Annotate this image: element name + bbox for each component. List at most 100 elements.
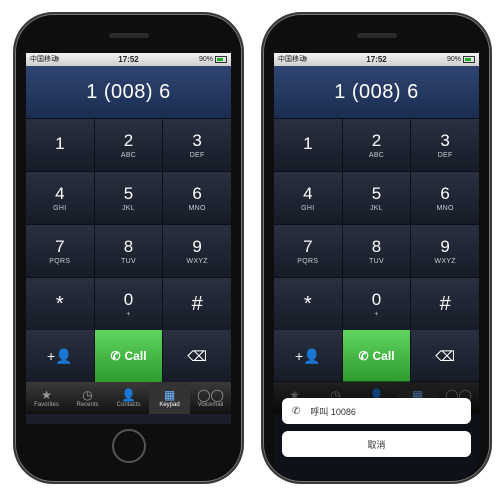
tab-bar: ★Favorites ◷Recents 👤Contacts ▦Keypad ◯◯… [26,382,231,414]
key-6[interactable]: 6 MNO [411,172,479,224]
key-7[interactable]: 7 PQRS [274,225,342,277]
key-1[interactable]: 1 [26,119,94,171]
key-letters: MNO [188,204,206,212]
call-button[interactable]: ✆ Call [94,330,163,382]
battery-percent: 90% [446,56,461,63]
key-letters: ABC [368,151,385,159]
key-letters: + [374,310,379,318]
call-10086-option[interactable]: ✆ 呼叫 10086 [282,398,471,424]
key-1[interactable]: 1 [274,119,342,171]
action-row: +👤 ✆ Call ⌫ [274,330,479,382]
key-hash[interactable]: # [163,278,231,330]
key-digit: * [303,293,312,315]
delete-button[interactable]: ⌫ [163,330,231,382]
key-star[interactable]: * [26,278,94,330]
key-digit: 0 [371,289,382,309]
key-digit: 5 [371,183,382,203]
key-digit: 7 [55,236,65,256]
dim-overlay [274,381,479,479]
tab-label: Favorites [34,401,59,408]
key-digit: 8 [371,236,382,256]
key-letters: JKL [122,204,135,212]
clock-icon: ◷ [82,387,93,402]
keypad: 1 2 ABC 3 DEF 4 GHI 5 JKL 6 MNO 7 PQRS 8 TUV 9W… [274,119,479,330]
dialed-number: 1 (008) 6 [274,66,479,119]
add-contact-button[interactable]: +👤 [274,330,342,382]
key-digit: 1 [55,134,65,153]
phone-icon: ✆ [292,405,301,417]
key-digit: 6 [192,183,202,203]
battery-icon [215,55,227,63]
add-contact-icon: +👤 [47,347,73,364]
tab-label: Keypad [159,401,180,408]
battery-indicator: 90% [447,53,475,66]
star-icon: ★ [41,387,52,402]
key-letters: ABC [120,151,137,159]
tab-recents[interactable]: ◷Recents [67,382,108,414]
key-digit: * [55,293,64,315]
key-digit: 3 [440,130,450,150]
speaker-grille [108,33,149,38]
key-digit: 4 [303,183,313,203]
key-letters: DEF [189,151,205,159]
key-digit: 4 [55,183,65,203]
call-button[interactable]: ✆ Call [342,330,411,382]
key-digit: 7 [303,236,313,256]
key-star[interactable]: * [274,278,342,330]
key-0[interactable]: 0 + [94,278,163,330]
voicemail-icon: ◯◯ [197,387,224,402]
person-icon: 👤 [121,387,136,402]
backspace-icon: ⌫ [435,347,456,364]
key-hash[interactable]: # [411,278,479,330]
key-letters: DEF [437,151,453,159]
action-row: +👤 ✆ Call ⌫ [26,330,231,382]
phone-icon: ✆ [110,349,121,363]
key-letters: GHI [53,204,67,212]
battery-indicator: 90% [199,53,227,66]
key-4[interactable]: 4 GHI [274,172,342,224]
tab-label: Voicemail [197,401,224,408]
backspace-icon: ⌫ [187,347,208,364]
key-letters: TUV [121,257,136,265]
key-2[interactable]: 2 ABC [94,119,163,171]
tab-keypad[interactable]: ▦Keypad [149,382,190,414]
key-3[interactable]: 3 DEF [163,119,231,171]
dialed-number: 1 (008) 6 [26,66,231,119]
key-6[interactable]: 6 MNO [163,172,231,224]
cancel-button[interactable]: 取消 [282,431,471,457]
phone-left: 中国移动 ≋ 17:52 90% 1 (008) 6 1 2 ABC 3 DEF 4… [13,12,244,484]
key-9[interactable]: 9 WXYZ [163,225,231,277]
key-digit: 1 [303,134,313,153]
screen-left: 中国移动 ≋ 17:52 90% 1 (008) 6 1 2 ABC 3 DEF 4… [26,53,231,424]
key-digit: 2 [371,130,382,150]
key-2[interactable]: 2 ABC [342,119,411,171]
key-letters: GHI [301,204,315,212]
key-digit: 3 [192,130,202,150]
key-8[interactable]: 8 TUV [94,225,163,277]
tab-favorites[interactable]: ★Favorites [26,382,67,414]
status-bar: 中国移动 ≋ 17:52 90% [274,53,479,66]
key-digit: 5 [123,183,134,203]
add-contact-button[interactable]: +👤 [26,330,94,382]
key-3[interactable]: 3 DEF [411,119,479,171]
tab-voicemail[interactable]: ◯◯Voicemail [190,382,231,414]
key-9[interactable]: 9 WXYZ [411,225,479,277]
key-5[interactable]: 5 JKL [94,172,163,224]
key-letters: PQRS [297,257,319,265]
key-0[interactable]: 0 + [342,278,411,330]
tab-label: Recents [76,401,99,408]
key-digit: 9 [440,236,450,256]
tab-contacts[interactable]: 👤Contacts [108,382,149,414]
tab-label: Contacts [116,401,141,408]
key-4[interactable]: 4 GHI [26,172,94,224]
key-digit: 8 [123,236,134,256]
key-digit: # [439,293,451,315]
key-7[interactable]: 7 PQRS [26,225,94,277]
key-8[interactable]: 8 TUV [342,225,411,277]
battery-percent: 90% [198,56,213,63]
home-button[interactable] [111,429,146,463]
delete-button[interactable]: ⌫ [411,330,479,382]
key-digit: 2 [123,130,134,150]
call-label: Call [124,349,147,363]
key-5[interactable]: 5 JKL [342,172,411,224]
